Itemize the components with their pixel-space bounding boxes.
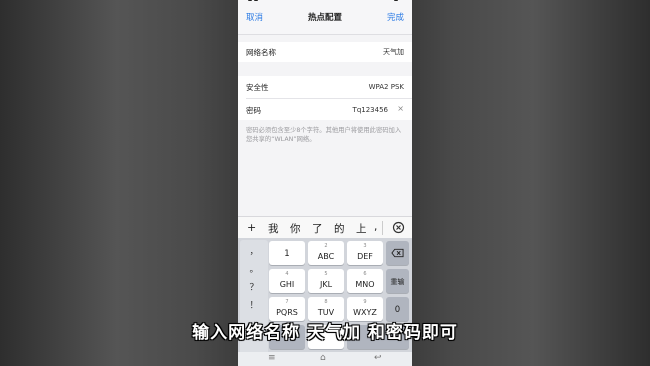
network-name-input[interactable]: 天气加 (383, 47, 404, 57)
backspace-key[interactable] (386, 241, 409, 265)
key-number: 4 (285, 271, 289, 277)
reinput-key[interactable]: 重输 (386, 269, 409, 293)
key-1[interactable]: 1 (269, 241, 305, 265)
candidate-item[interactable]: 的 (334, 221, 345, 236)
candidate-item[interactable]: 你 (290, 221, 301, 236)
clear-candidate-icon[interactable] (392, 221, 405, 234)
key-label: TUV (317, 308, 335, 317)
security-label: 安全性 (246, 83, 269, 92)
key-mno[interactable]: 6 MNO (347, 269, 383, 293)
key-number: 6 (363, 271, 367, 277)
key-number: 3 (363, 243, 367, 249)
network-name-row[interactable]: 网络名称 天气加 (238, 42, 412, 62)
divider (382, 221, 383, 235)
video-subtitle: 输入网络名称 天气加 和密码即可 (192, 323, 458, 343)
security-value[interactable]: WPA2 PSK (369, 83, 404, 91)
backspace-icon (391, 248, 404, 258)
divider (246, 98, 412, 99)
menu-icon[interactable]: ≡ (268, 353, 276, 363)
keyboard: ， 。 ？ ！ 1 2 ABC 3 DEF 4 GHI 5 JKL 6 MNO … (238, 238, 412, 366)
status-bar (238, 0, 412, 3)
key-label: ABC (317, 252, 335, 261)
key-label: JKL (319, 280, 333, 289)
system-nav-bar: ≡ ⌂ ↩ (238, 352, 412, 366)
network-name-label: 网络名称 (246, 48, 276, 57)
password-label: 密码 (246, 106, 261, 115)
page-title: 热点配置 (307, 13, 342, 23)
candidate-item[interactable]: 了 (312, 221, 323, 236)
home-icon[interactable]: ⌂ (320, 353, 326, 363)
phone-screen: 取消 热点配置 完成 网络名称 天气加 安全性 WPA2 PSK 密码 Tq12… (238, 0, 412, 366)
key-jkl[interactable]: 5 JKL (308, 269, 344, 293)
expand-candidates-button[interactable]: + (247, 221, 256, 234)
done-button[interactable]: 完成 (387, 11, 404, 23)
key-number: 7 (285, 299, 289, 305)
key-label: 0 (394, 305, 401, 315)
password-hint: 密码必须包含至少8个字符。其他用户将使用此密码加入您共享的“WLAN”网络。 (246, 127, 402, 143)
key-label: 重输 (390, 278, 405, 286)
key-label: WXYZ (353, 308, 377, 317)
candidate-item[interactable]: 我 (268, 221, 279, 236)
key-label: DEF (357, 252, 373, 261)
key-label: PQRS (276, 308, 298, 317)
key-abc[interactable]: 2 ABC (308, 241, 344, 265)
key-ghi[interactable]: 4 GHI (269, 269, 305, 293)
key-label: MNO (355, 280, 375, 289)
key-number: 5 (324, 271, 328, 277)
candidate-item[interactable]: 上 (356, 221, 367, 236)
back-icon[interactable]: ↩ (374, 353, 382, 363)
key-label: 1 (284, 249, 290, 259)
candidate-item[interactable]: , (374, 221, 377, 233)
candidate-bar: + 我 你 了 的 上 , (238, 216, 412, 240)
key-def[interactable]: 3 DEF (347, 241, 383, 265)
security-group: 安全性 WPA2 PSK 密码 Tq123456 × (238, 76, 412, 120)
nav-bar: 取消 热点配置 完成 (238, 0, 412, 35)
key-number: 8 (324, 299, 328, 305)
clear-password-icon[interactable]: × (397, 104, 404, 113)
symbol-key[interactable]: ！ (241, 294, 267, 318)
key-label: GHI (279, 280, 295, 289)
password-input[interactable]: Tq123456 (353, 106, 388, 114)
key-number: 9 (363, 299, 367, 305)
key-number: 2 (324, 243, 328, 249)
